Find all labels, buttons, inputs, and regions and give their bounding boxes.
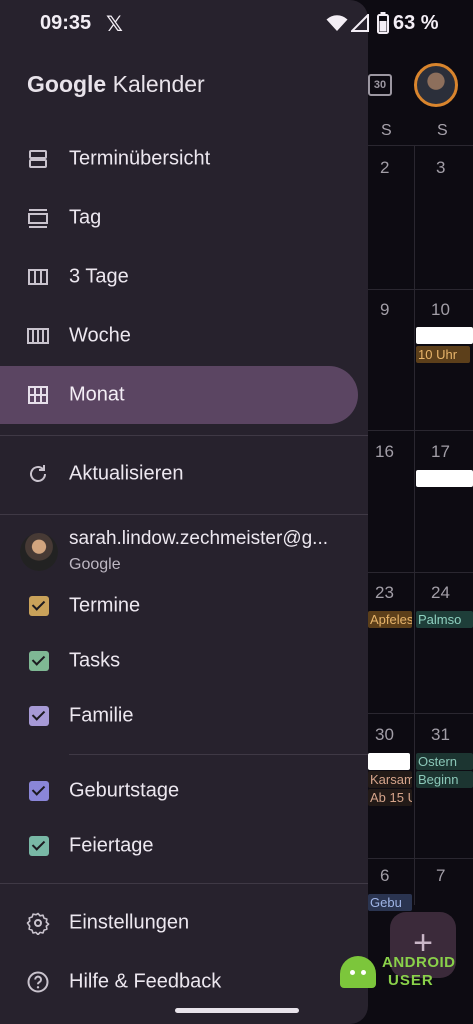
calendar-label: Termine [69,594,141,617]
week-view-icon [27,328,49,344]
day-number[interactable]: 6 [380,866,389,886]
day-number[interactable]: 3 [436,158,445,178]
day-number[interactable]: 9 [380,300,389,320]
grid-line [368,430,473,431]
drawer-item-day[interactable]: Tag [0,189,358,247]
event-chip[interactable]: Beginn [416,771,473,788]
drawer-item-label: Monat [69,383,125,406]
grid-line [368,289,473,290]
gesture-nav-bar[interactable] [175,1008,299,1013]
event-chip[interactable] [416,470,473,487]
battery-icon [377,12,389,34]
day-view-icon [28,209,48,228]
watermark-line2: USER [388,972,434,989]
day-number[interactable]: 24 [431,583,450,603]
account-provider: Google [69,556,121,573]
day-number[interactable]: 31 [431,725,450,745]
divider [0,883,368,884]
status-time: 09:35 [40,12,92,34]
calendar-label: Feiertage [69,834,154,857]
app-title: Google Kalender [27,71,205,98]
event-chip[interactable]: Palmso [416,611,473,628]
checkbox-checked-icon[interactable] [29,651,49,671]
grid-line [368,145,473,146]
day-number[interactable]: 17 [431,442,450,462]
day-number[interactable]: 10 [431,300,450,320]
checkbox-checked-icon[interactable] [29,836,49,856]
grid-line [368,858,473,859]
divider [0,514,368,515]
drawer-item-three-days[interactable]: 3 Tage [0,248,358,306]
checkbox-checked-icon[interactable] [29,781,49,801]
three-day-view-icon [28,269,48,285]
calendar-label: Familie [69,704,134,727]
battery-percent: 63 % [393,12,439,34]
drawer-item-label: Aktualisieren [69,462,184,485]
android-logo-icon [340,956,376,988]
event-chip[interactable]: Gebu [368,894,412,911]
calendar-toggle-tasks[interactable]: Tasks [0,636,360,686]
grid-line [414,145,415,905]
signal-icon [351,14,369,32]
calendar-label: Tasks [69,649,121,672]
event-chip[interactable]: Ostern [416,753,473,770]
day-number[interactable]: 2 [380,158,389,178]
divider [69,754,368,755]
grid-line [368,713,473,714]
navigation-drawer: 09:35 𝕏 Google Kalender Terminübersicht … [0,0,368,1024]
calendar-toggle-termine[interactable]: Termine [0,581,360,631]
drawer-item-week[interactable]: Woche [0,307,358,365]
app-title-name: Kalender [112,71,205,97]
checkbox-checked-icon[interactable] [29,706,49,726]
divider [0,435,368,436]
account-email: sarah.lindow.zechmeister@g... [69,528,329,549]
x-app-icon: 𝕏 [106,13,123,36]
jump-to-today-icon[interactable]: 30 [368,74,392,96]
help-icon [27,971,49,993]
grid-line [368,572,473,573]
month-view-icon [28,386,48,404]
event-chip[interactable]: Karsam [368,771,412,788]
account-avatar [20,533,58,571]
calendar-toggle-geburtstage[interactable]: Geburtstage [0,766,360,816]
calendar-toggle-familie[interactable]: Familie [0,691,360,741]
day-number[interactable]: 23 [375,583,394,603]
event-chip[interactable]: 10 Uhr [416,346,470,363]
day-number[interactable]: 16 [375,442,394,462]
drawer-item-label: Woche [69,324,131,347]
drawer-item-label: Hilfe & Feedback [69,970,222,993]
account-avatar[interactable] [414,63,458,107]
calendar-toggle-feiertage[interactable]: Feiertage [0,821,360,871]
schedule-view-icon [29,150,47,168]
drawer-item-help[interactable]: Hilfe & Feedback [0,953,358,1011]
drawer-item-label: Terminübersicht [69,147,211,170]
weekday-header-sunday: S [437,122,448,139]
refresh-icon [30,465,46,482]
event-chip[interactable]: Apfeles [368,611,412,628]
drawer-item-refresh[interactable]: Aktualisieren [0,445,358,503]
calendar-label: Geburtstage [69,779,180,802]
drawer-item-label: Einstellungen [69,911,190,934]
event-chip[interactable] [368,753,410,770]
day-number[interactable]: 30 [375,725,394,745]
app-title-brand: Google [27,71,107,97]
drawer-item-month[interactable]: Monat [0,366,358,424]
gear-icon [26,912,50,935]
drawer-item-schedule[interactable]: Terminübersicht [0,130,358,188]
drawer-item-label: Tag [69,206,102,229]
wifi-icon [326,15,348,31]
watermark-line1: ANDROID [382,954,456,971]
event-chip[interactable]: Ab 15 U [368,789,412,806]
day-number[interactable]: 7 [436,866,445,886]
event-chip[interactable] [416,327,473,344]
checkbox-checked-icon[interactable] [29,596,49,616]
weekday-header-saturday: S [381,122,392,139]
drawer-item-label: 3 Tage [69,265,129,288]
android-user-watermark: ANDROID USER [340,950,460,994]
drawer-item-settings[interactable]: Einstellungen [0,894,358,952]
